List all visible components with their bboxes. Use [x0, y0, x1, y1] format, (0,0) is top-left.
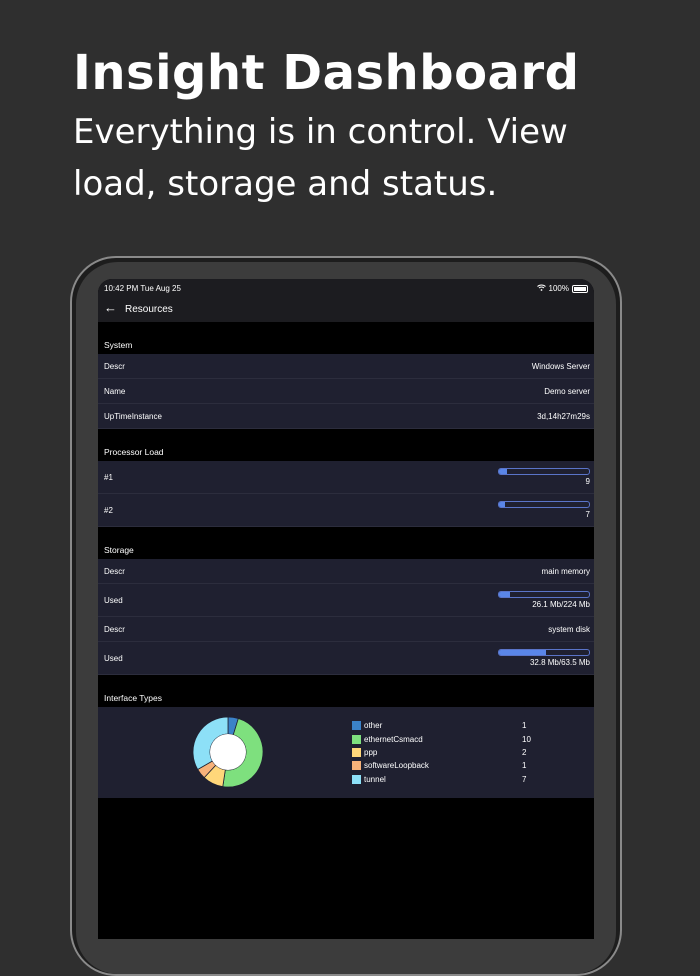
load-bar — [498, 501, 590, 508]
load-bar — [498, 468, 590, 475]
legend-swatch — [352, 774, 361, 784]
row-value: main memory — [541, 566, 590, 576]
legend-swatch — [352, 761, 361, 771]
wifi-icon — [536, 284, 546, 293]
row-value: 9 — [585, 477, 590, 486]
row-label: Used — [104, 595, 123, 605]
row-label: Descr — [104, 361, 125, 371]
legend-item: softwareLoopback 1 — [352, 759, 526, 772]
legend-value: 7 — [522, 774, 527, 784]
section-header-storage: Storage — [104, 545, 134, 555]
row-label: #2 — [104, 505, 113, 515]
battery-icon — [572, 284, 588, 293]
storage-row-descr-1: Descr main memory — [98, 559, 594, 584]
legend-label: other — [364, 721, 383, 731]
app-screen: 10:42 PM Tue Aug 25 100% ← Resources Sys… — [98, 279, 594, 939]
row-label: UpTimeInstance — [104, 411, 162, 421]
row-value: 26.1 Mb/224 Mb — [532, 600, 590, 609]
hero-title: Insight Dashboard — [73, 45, 580, 101]
legend-swatch — [352, 721, 361, 731]
section-header-processor: Processor Load — [104, 447, 164, 457]
legend-value: 1 — [522, 721, 527, 731]
storage-row-descr-2: Descr system disk — [98, 617, 594, 642]
donut-center — [210, 734, 246, 770]
processor-row-1: #1 9 — [98, 461, 594, 494]
row-label: Name — [104, 386, 126, 396]
system-row-uptime: UpTimeInstance 3d,14h27m29s — [98, 404, 594, 429]
legend-value: 2 — [522, 747, 527, 757]
row-value: 7 — [585, 510, 590, 519]
status-time: 10:42 PM Tue Aug 25 — [104, 284, 181, 293]
legend-item: tunnel 7 — [352, 773, 526, 786]
legend-item: ppp 2 — [352, 746, 526, 759]
row-label: #1 — [104, 472, 113, 482]
chart-legend: other 1 ethernetCsmacd 10 ppp 2 software… — [352, 719, 531, 786]
status-right: 100% — [536, 284, 588, 293]
row-value: Windows Server — [531, 361, 590, 371]
usage-bar — [498, 649, 590, 656]
legend-item: other 1 — [352, 719, 526, 732]
row-label: Descr — [104, 566, 125, 576]
storage-row-used-2: Used 32.8 Mb/63.5 Mb — [98, 642, 594, 675]
usage-bar — [498, 591, 590, 598]
battery-percent: 100% — [548, 284, 569, 293]
section-header-interfaces: Interface Types — [104, 693, 162, 703]
legend-swatch — [352, 747, 361, 757]
system-row-name: Name Demo server — [98, 379, 594, 404]
back-arrow-icon[interactable]: ← — [104, 301, 117, 314]
hero-subtitle: Everything is in control. View load, sto… — [73, 112, 568, 204]
section-header-system: System — [104, 340, 133, 350]
page-title: Resources — [125, 304, 173, 315]
status-bar: 10:42 PM Tue Aug 25 100% — [98, 279, 594, 297]
system-row-descr: Descr Windows Server — [98, 354, 594, 379]
interface-types-donut — [192, 716, 264, 788]
legend-value: 1 — [522, 761, 527, 771]
row-value: 32.8 Mb/63.5 Mb — [529, 658, 590, 667]
row-value: system disk — [548, 624, 590, 634]
interface-types-panel: other 1 ethernetCsmacd 10 ppp 2 software… — [98, 707, 594, 798]
nav-bar: ← Resources — [98, 297, 594, 322]
storage-row-used-1: Used 26.1 Mb/224 Mb — [98, 584, 594, 617]
row-value: Demo server — [544, 386, 590, 396]
legend-item: ethernetCsmacd 10 — [352, 732, 531, 745]
row-value: 3d,14h27m29s — [537, 411, 590, 421]
legend-value: 10 — [522, 734, 531, 744]
row-label: Descr — [104, 624, 125, 634]
row-label: Used — [104, 653, 123, 663]
processor-row-2: #2 7 — [98, 494, 594, 527]
legend-swatch — [352, 734, 361, 744]
legend-label: tunnel — [364, 774, 386, 784]
legend-label: ethernetCsmacd — [364, 734, 423, 744]
legend-label: ppp — [364, 747, 378, 757]
legend-label: softwareLoopback — [364, 761, 429, 771]
